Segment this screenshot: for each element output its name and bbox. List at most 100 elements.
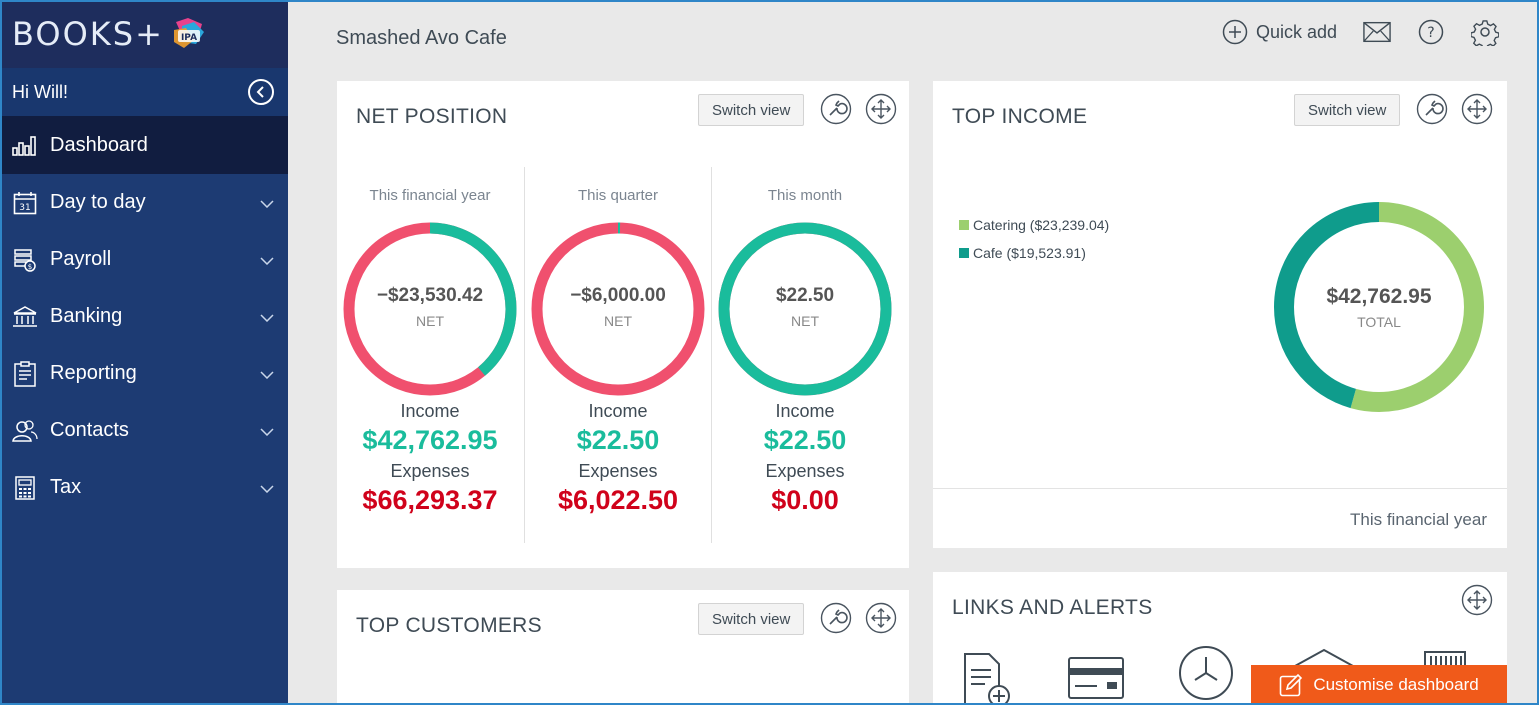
period-label: This quarter [577, 187, 659, 204]
legend-label: Cafe ($19,523.91) [973, 245, 1086, 261]
calendar-icon: 31 [12, 190, 38, 216]
chevron-down-icon [260, 309, 274, 325]
collapse-sidebar-button[interactable] [248, 79, 274, 105]
net-label: NET [604, 313, 632, 329]
net-position-card: NET POSITION Switch view This financial … [337, 81, 909, 568]
chevron-down-icon [260, 366, 274, 382]
wrench-icon[interactable] [820, 602, 852, 634]
move-icon[interactable] [865, 93, 897, 125]
income-value: $42,762.95 [362, 425, 498, 455]
svg-text:$: $ [28, 263, 32, 271]
company-name: Smashed Avo Cafe [336, 27, 507, 49]
gear-icon[interactable] [1471, 18, 1499, 46]
clock-icon[interactable] [1177, 644, 1235, 705]
net-position-column: This month $22.50 NET Income $22.50 Expe… [712, 167, 898, 543]
sidebar-item-dashboard[interactable]: Dashboard [0, 116, 288, 174]
income-label: Income [588, 401, 648, 421]
net-label: NET [791, 313, 819, 329]
sidebar-item-reporting[interactable]: Reporting [0, 345, 288, 402]
bank-icon [12, 304, 38, 330]
expenses-label: Expenses [578, 461, 658, 481]
help-icon[interactable]: ? [1417, 18, 1445, 46]
period-label: This month [767, 187, 843, 204]
chevron-down-icon [260, 195, 274, 211]
legend-swatch [959, 248, 969, 258]
expense-ring [531, 222, 705, 396]
greeting-text: Hi Will! [12, 81, 68, 102]
contacts-icon [12, 418, 38, 444]
move-icon[interactable] [1461, 93, 1493, 125]
card-title: NET POSITION [356, 105, 508, 128]
top-customers-card: TOP CUSTOMERS Switch view [337, 590, 909, 705]
calendar-number: 31 [19, 203, 30, 213]
net-position-column: This quarter −$6,000.00 NET Income $22.5… [525, 167, 711, 543]
income-arc [718, 222, 892, 396]
legend-item-cafe: Cafe ($19,523.91) [959, 239, 1109, 267]
user-greeting-bar: Hi Will! [0, 68, 288, 116]
chevron-left-icon [256, 86, 264, 98]
move-icon[interactable] [1461, 584, 1493, 616]
ipa-badge: IPA [181, 33, 197, 43]
quick-add-label: Quick add [1255, 21, 1337, 42]
sidebar-item-label: Tax [50, 476, 82, 498]
plus-circle-icon [1222, 19, 1248, 45]
quick-add-button[interactable]: Quick add [1222, 19, 1337, 45]
income-legend: Catering ($23,239.04) Cafe ($19,523.91) [959, 211, 1109, 267]
sidebar: BOOKS+ IPA Hi Will! Dashboard 31 Day to … [0, 0, 288, 705]
sidebar-item-day-to-day[interactable]: 31 Day to day [0, 174, 288, 231]
card-divider [933, 488, 1507, 489]
chevron-down-icon [260, 252, 274, 268]
payroll-icon: $ [12, 247, 38, 273]
card-title: TOP CUSTOMERS [356, 614, 542, 637]
switch-view-button[interactable]: Switch view [1294, 94, 1401, 126]
net-amount: −$6,000.00 [570, 285, 666, 306]
sidebar-item-label: Banking [50, 305, 123, 327]
customise-label: Customise dashboard [1313, 675, 1479, 694]
mail-icon[interactable] [1363, 18, 1391, 46]
brand-name: BOOKS+ [12, 15, 164, 53]
net-amount: $22.50 [775, 285, 835, 306]
clipboard-icon [12, 360, 38, 387]
income-total: $42,762.95 [1326, 285, 1432, 308]
expenses-value: $0.00 [771, 485, 839, 515]
credit-card-icon[interactable] [1067, 656, 1125, 705]
chevron-down-icon [260, 480, 274, 496]
brand-logo[interactable]: BOOKS+ IPA [0, 0, 288, 68]
period-label: This financial year [369, 187, 491, 204]
sidebar-item-payroll[interactable]: $ Payroll [0, 231, 288, 288]
net-donut [343, 222, 517, 396]
svg-text:?: ? [1427, 25, 1434, 41]
move-icon[interactable] [865, 602, 897, 634]
calculator-icon [12, 475, 38, 501]
net-amount: −$23,530.42 [376, 285, 484, 306]
period-label: This financial year [1349, 510, 1487, 529]
wrench-icon[interactable] [1416, 93, 1448, 125]
net-position-column: This financial year −$23,530.42 NET Inco… [337, 167, 523, 543]
legend-label: Catering ($23,239.04) [973, 217, 1110, 233]
sidebar-item-tax[interactable]: Tax [0, 459, 288, 516]
topbar: Smashed Avo Cafe Quick add ? [288, 0, 1539, 76]
income-total-label: TOTAL [1357, 314, 1401, 330]
sidebar-item-banking[interactable]: Banking [0, 288, 288, 345]
customise-dashboard-button[interactable]: Customise dashboard [1251, 665, 1507, 705]
income-label: Income [400, 401, 460, 421]
bar-chart-icon [12, 132, 38, 158]
legend-swatch [959, 220, 969, 230]
sidebar-item-label: Day to day [50, 191, 146, 213]
top-income-card: TOP INCOME Switch view Catering ($23,239… [933, 81, 1507, 548]
top-actions: Quick add ? [1222, 18, 1499, 46]
income-value: $22.50 [763, 425, 847, 455]
expenses-value: $66,293.37 [362, 485, 498, 515]
income-label: Income [775, 401, 835, 421]
switch-view-button[interactable]: Switch view [698, 94, 805, 126]
switch-view-button[interactable]: Switch view [698, 603, 805, 635]
expenses-label: Expenses [765, 461, 845, 481]
sidebar-item-contacts[interactable]: Contacts [0, 402, 288, 459]
legend-item-catering: Catering ($23,239.04) [959, 211, 1109, 239]
sidebar-item-label: Payroll [50, 248, 112, 270]
wrench-icon[interactable] [820, 93, 852, 125]
net-donut [531, 222, 705, 396]
income-value: $22.50 [576, 425, 660, 455]
new-document-icon[interactable] [961, 652, 1013, 705]
card-title: LINKS AND ALERTS [952, 596, 1153, 619]
